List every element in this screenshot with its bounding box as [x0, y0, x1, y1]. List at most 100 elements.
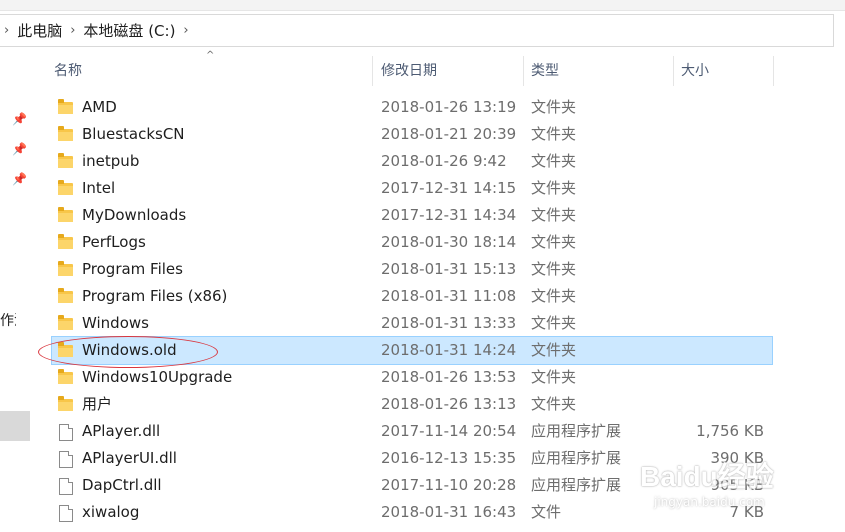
column-header: 名称 ^ 修改日期 类型 大小 — [48, 50, 778, 90]
file-date: 2018-01-31 11:08 — [381, 287, 517, 305]
folder-icon — [58, 180, 74, 196]
column-divider[interactable] — [773, 56, 774, 86]
column-date[interactable]: 修改日期 — [381, 52, 437, 90]
file-icon — [58, 424, 74, 441]
file-name: Intel — [82, 179, 116, 197]
file-type: 文件夹 — [531, 287, 577, 305]
file-row[interactable]: BluestacksCN 2018-01-21 20:39 文件夹 — [52, 121, 772, 148]
file-row[interactable]: DapCtrl.dll 2017-11-10 20:28 应用程序扩展 905 KB — [52, 472, 772, 499]
folder-icon — [58, 153, 74, 169]
file-name: inetpub — [82, 152, 140, 170]
file-name: MyDownloads — [82, 206, 187, 224]
file-type: 文件夹 — [531, 179, 577, 197]
file-name: Windows.old — [82, 341, 177, 359]
column-divider[interactable] — [673, 56, 674, 86]
file-name: Windows10Upgrade — [82, 368, 233, 386]
window-top-strip — [0, 0, 845, 11]
file-date: 2018-01-30 18:14 — [381, 233, 517, 251]
file-date: 2017-11-10 20:28 — [381, 476, 517, 494]
nav-item-selected[interactable] — [0, 411, 30, 441]
navigation-pane: 📌 📌 📌 操作流 — [0, 48, 30, 532]
file-type: 应用程序扩展 — [531, 476, 622, 494]
file-date: 2018-01-21 20:39 — [381, 125, 517, 143]
chevron-right-icon[interactable]: › — [183, 23, 196, 38]
file-type: 文件夹 — [531, 206, 577, 224]
column-size[interactable]: 大小 — [681, 52, 709, 90]
file-row[interactable]: Program Files (x86) 2018-01-31 11:08 文件夹 — [52, 283, 772, 310]
file-type: 文件夹 — [531, 125, 577, 143]
file-row[interactable]: Windows.old 2018-01-31 14:24 文件夹 — [51, 336, 773, 365]
file-date: 2018-01-31 13:33 — [381, 314, 517, 332]
file-type: 文件夹 — [531, 395, 577, 413]
file-name: APlayerUI.dll — [82, 449, 177, 467]
column-type[interactable]: 类型 — [531, 52, 559, 90]
file-type: 文件夹 — [531, 314, 577, 332]
column-divider[interactable] — [523, 56, 524, 86]
file-size: 390 KB — [710, 449, 764, 467]
file-icon — [58, 505, 74, 522]
file-row[interactable]: Intel 2017-12-31 14:15 文件夹 — [52, 175, 772, 202]
folder-icon — [58, 234, 74, 250]
folder-icon — [58, 396, 74, 412]
file-type: 应用程序扩展 — [531, 449, 622, 467]
file-name: Program Files (x86) — [82, 287, 228, 305]
chevron-right-icon[interactable]: › — [70, 23, 83, 38]
pin-icon[interactable]: 📌 — [12, 172, 27, 186]
file-name: Windows — [82, 314, 149, 332]
file-row[interactable]: 用户 2018-01-26 13:13 文件夹 — [52, 391, 772, 418]
file-type: 文件夹 — [531, 98, 577, 116]
file-row[interactable]: Program Files 2018-01-31 15:13 文件夹 — [52, 256, 772, 283]
column-name[interactable]: 名称 — [54, 52, 82, 90]
file-date: 2018-01-31 14:24 — [381, 341, 517, 359]
folder-icon — [58, 288, 74, 304]
file-icon — [58, 451, 74, 468]
folder-icon — [58, 126, 74, 142]
chevron-right-icon: › — [4, 23, 10, 38]
file-type: 应用程序扩展 — [531, 422, 622, 440]
file-type: 文件夹 — [531, 368, 577, 386]
pin-icon[interactable]: 📌 — [12, 112, 27, 126]
folder-icon — [58, 207, 74, 223]
file-date: 2018-01-26 13:19 — [381, 98, 517, 116]
file-date: 2018-01-31 16:43 — [381, 503, 517, 521]
file-list: AMD 2018-01-26 13:19 文件夹 BluestacksCN 2018-0… — [51, 94, 773, 526]
sort-ascending-icon: ^ — [206, 50, 215, 61]
file-date: 2017-12-31 14:15 — [381, 179, 517, 197]
folder-icon — [58, 315, 74, 331]
file-type: 文件夹 — [531, 152, 577, 170]
file-date: 2018-01-26 13:13 — [381, 395, 517, 413]
folder-icon — [58, 342, 74, 358]
file-row[interactable]: Windows 2018-01-31 13:33 文件夹 — [52, 310, 772, 337]
file-name: PerfLogs — [82, 233, 146, 251]
file-type: 文件夹 — [531, 233, 577, 251]
address-bar[interactable]: › 此电脑 › 本地磁盘 (C:) › — [0, 14, 834, 47]
folder-icon — [58, 261, 74, 277]
file-icon — [58, 478, 74, 495]
breadcrumb-this-pc[interactable]: 此电脑 — [17, 20, 70, 41]
file-name: 用户 — [82, 395, 113, 413]
file-type: 文件 — [531, 503, 562, 521]
file-size: 7 KB — [729, 503, 764, 521]
file-name: APlayer.dll — [82, 422, 161, 440]
file-row[interactable]: MyDownloads 2017-12-31 14:34 文件夹 — [52, 202, 772, 229]
file-date: 2018-01-26 9:42 — [381, 152, 507, 170]
file-row[interactable]: inetpub 2018-01-26 9:42 文件夹 — [52, 148, 772, 175]
file-row[interactable]: PerfLogs 2018-01-30 18:14 文件夹 — [52, 229, 772, 256]
column-divider[interactable] — [372, 56, 373, 86]
pin-icon[interactable]: 📌 — [12, 142, 27, 156]
file-name: AMD — [82, 98, 117, 116]
file-size: 1,756 KB — [696, 422, 764, 440]
file-date: 2017-11-14 20:54 — [381, 422, 517, 440]
file-row[interactable]: Windows10Upgrade 2018-01-26 13:53 文件夹 — [52, 364, 772, 391]
file-row[interactable]: APlayer.dll 2017-11-14 20:54 应用程序扩展 1,756 K… — [52, 418, 772, 445]
file-type: 文件夹 — [531, 260, 577, 278]
file-row[interactable]: APlayerUI.dll 2016-12-13 15:35 应用程序扩展 390 K… — [52, 445, 772, 472]
file-row[interactable]: AMD 2018-01-26 13:19 文件夹 — [52, 94, 772, 121]
breadcrumb-local-disk[interactable]: 本地磁盘 (C:) — [83, 20, 183, 41]
file-name: xiwalog — [82, 503, 140, 521]
file-date: 2018-01-26 13:53 — [381, 368, 517, 386]
file-row[interactable]: xiwalog 2018-01-31 16:43 文件 7 KB — [52, 499, 772, 526]
folder-icon — [58, 99, 74, 115]
file-date: 2017-12-31 14:34 — [381, 206, 517, 224]
nav-item-label[interactable]: 操作流 — [0, 310, 16, 330]
